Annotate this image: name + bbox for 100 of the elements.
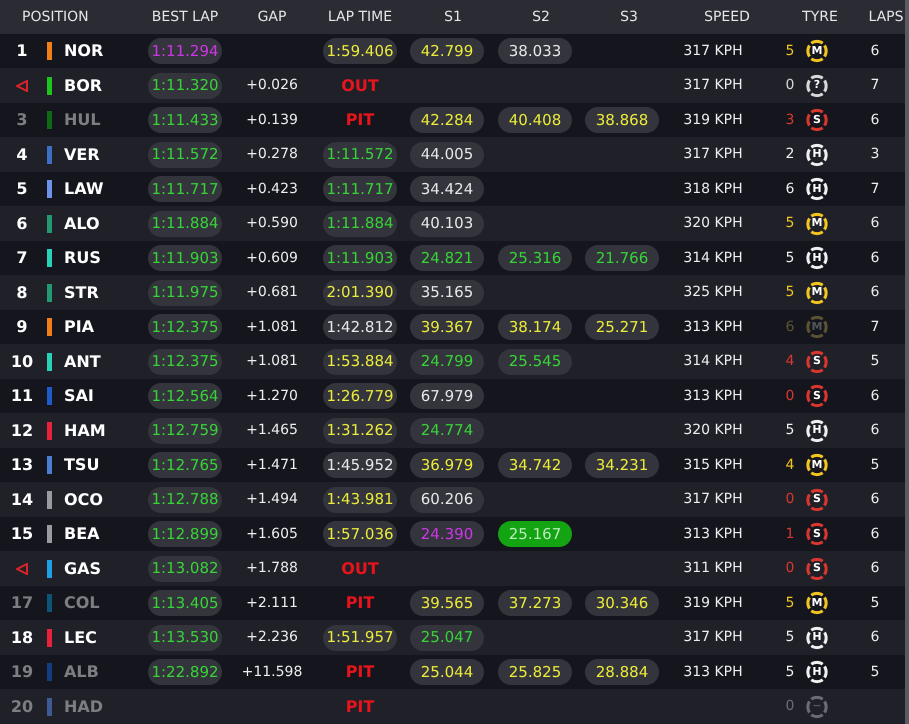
tyre-compound-badge: H — [805, 142, 829, 166]
column-header: S1 — [443, 8, 463, 26]
position-number: 1 — [16, 40, 28, 62]
best-lap-time: 1:22.892 — [148, 659, 222, 685]
sector-time: 24.390 — [410, 521, 484, 547]
column-header: S2 — [531, 8, 551, 26]
driver-code: HUL — [64, 109, 102, 131]
best-lap-time: 1:12.759 — [148, 418, 222, 444]
position-number: 3 — [16, 109, 28, 131]
sector-time: 25.044 — [410, 659, 484, 685]
column-header: BEST LAP — [150, 8, 220, 26]
best-lap-time: 1:11.884 — [148, 210, 222, 236]
driver-code: OCO — [64, 488, 104, 510]
gap-time: +0.026 — [246, 76, 298, 95]
tyre-compound-badge: M — [805, 212, 829, 236]
lap-count: 6 — [870, 283, 880, 302]
tyre-compound-badge: − — [805, 694, 829, 718]
tyre-age: 1 — [785, 524, 795, 544]
lap-count: 7 — [870, 318, 880, 336]
lap-count: 6 — [870, 248, 880, 268]
driver-code: PIA — [64, 316, 96, 338]
gap-time: +1.081 — [246, 352, 298, 371]
speed-value: 320 KPH — [683, 421, 743, 440]
tyre-age: 5 — [785, 214, 795, 233]
sector-time: 24.821 — [410, 245, 484, 271]
driver-code: TSU — [64, 454, 100, 476]
driver-code: NOR — [64, 40, 104, 62]
pit-status: PIT — [346, 109, 374, 131]
tyre-age: 0 — [785, 76, 795, 95]
pit-status: PIT — [346, 661, 374, 683]
driver-code: RUS — [64, 247, 102, 269]
tyre-compound-badge: M — [805, 39, 829, 63]
gap-time: +1.471 — [246, 456, 298, 474]
tyre-compound-badge: S — [805, 556, 829, 580]
sector-time: 34.742 — [498, 452, 572, 478]
lap-count: 6 — [870, 214, 880, 233]
gap-time: +2.111 — [246, 594, 298, 612]
sector-time: 39.565 — [410, 590, 484, 616]
sector-time: 25.825 — [498, 659, 572, 685]
best-lap-time: 1:12.788 — [148, 486, 222, 512]
lap-count: 7 — [870, 180, 880, 198]
position-number: 10 — [10, 350, 34, 372]
tyre-age: 0 — [785, 559, 795, 578]
best-lap-time: 1:11.433 — [148, 107, 222, 133]
tyre-compound-badge: S — [805, 108, 829, 132]
column-header: POSITION — [21, 8, 90, 26]
gap-time: +1.605 — [246, 524, 298, 544]
tyre-age: 5 — [785, 248, 795, 268]
position-number: 17 — [10, 592, 34, 614]
speed-value: 318 KPH — [683, 180, 743, 198]
tyre-compound-badge: S — [805, 488, 829, 512]
column-header: TYRE — [801, 8, 839, 26]
best-lap-time: 1:11.572 — [148, 142, 222, 168]
pit-status: OUT — [341, 74, 379, 96]
speed-value: 317 KPH — [683, 76, 743, 95]
best-lap-time: 1:13.405 — [148, 590, 222, 616]
sector-time: 39.367 — [410, 314, 484, 340]
tyre-compound-badge: ? — [805, 74, 829, 98]
sector-time: 34.231 — [585, 452, 659, 478]
lap-time: 1:57.036 — [323, 521, 397, 547]
position-number: 7 — [16, 247, 28, 269]
speed-value: 314 KPH — [683, 248, 743, 268]
gap-time: +1.788 — [246, 559, 298, 578]
gap-time: +0.681 — [246, 283, 298, 302]
lap-time: 1:51.957 — [323, 624, 397, 650]
best-lap-time: 1:12.899 — [148, 521, 222, 547]
pit-status: PIT — [346, 592, 374, 614]
tyre-age: 5 — [785, 628, 795, 647]
lap-count: 5 — [870, 594, 880, 612]
best-lap-time: 1:11.320 — [148, 72, 222, 98]
tyre-compound-badge: S — [805, 384, 829, 408]
sector-time: 36.979 — [410, 452, 484, 478]
best-lap-time: 1:11.903 — [148, 245, 222, 271]
triangle-icon — [16, 562, 28, 574]
sector-time: 38.033 — [498, 38, 572, 64]
sector-time: 21.766 — [585, 245, 659, 271]
driver-code: LEC — [64, 626, 98, 648]
gap-time: +0.423 — [246, 180, 298, 198]
tyre-age: 2 — [785, 145, 795, 164]
pit-status: PIT — [346, 696, 374, 718]
sector-time: 25.271 — [585, 314, 659, 340]
sector-time: 30.346 — [585, 590, 659, 616]
best-lap-time: 1:12.564 — [148, 383, 222, 409]
lap-count: 6 — [870, 490, 880, 509]
lap-time: 1:31.262 — [323, 418, 397, 444]
column-header: LAP TIME — [326, 8, 394, 26]
best-lap-time: 1:11.294 — [148, 38, 222, 64]
tyre-compound-badge: H — [805, 246, 829, 270]
gap-time: +11.598 — [242, 662, 302, 682]
driver-code: ALB — [64, 661, 100, 683]
best-lap-time: 1:12.375 — [148, 348, 222, 374]
speed-value: 320 KPH — [683, 214, 743, 233]
speed-value: 314 KPH — [683, 352, 743, 371]
position-number: 15 — [10, 523, 34, 545]
tyre-age: 3 — [785, 110, 795, 130]
speed-value: 317 KPH — [683, 42, 743, 60]
tyre-compound-badge: H — [805, 177, 829, 201]
sector-time: 35.165 — [410, 280, 484, 306]
speed-value: 319 KPH — [683, 110, 743, 130]
sector-time: 44.005 — [410, 142, 484, 168]
